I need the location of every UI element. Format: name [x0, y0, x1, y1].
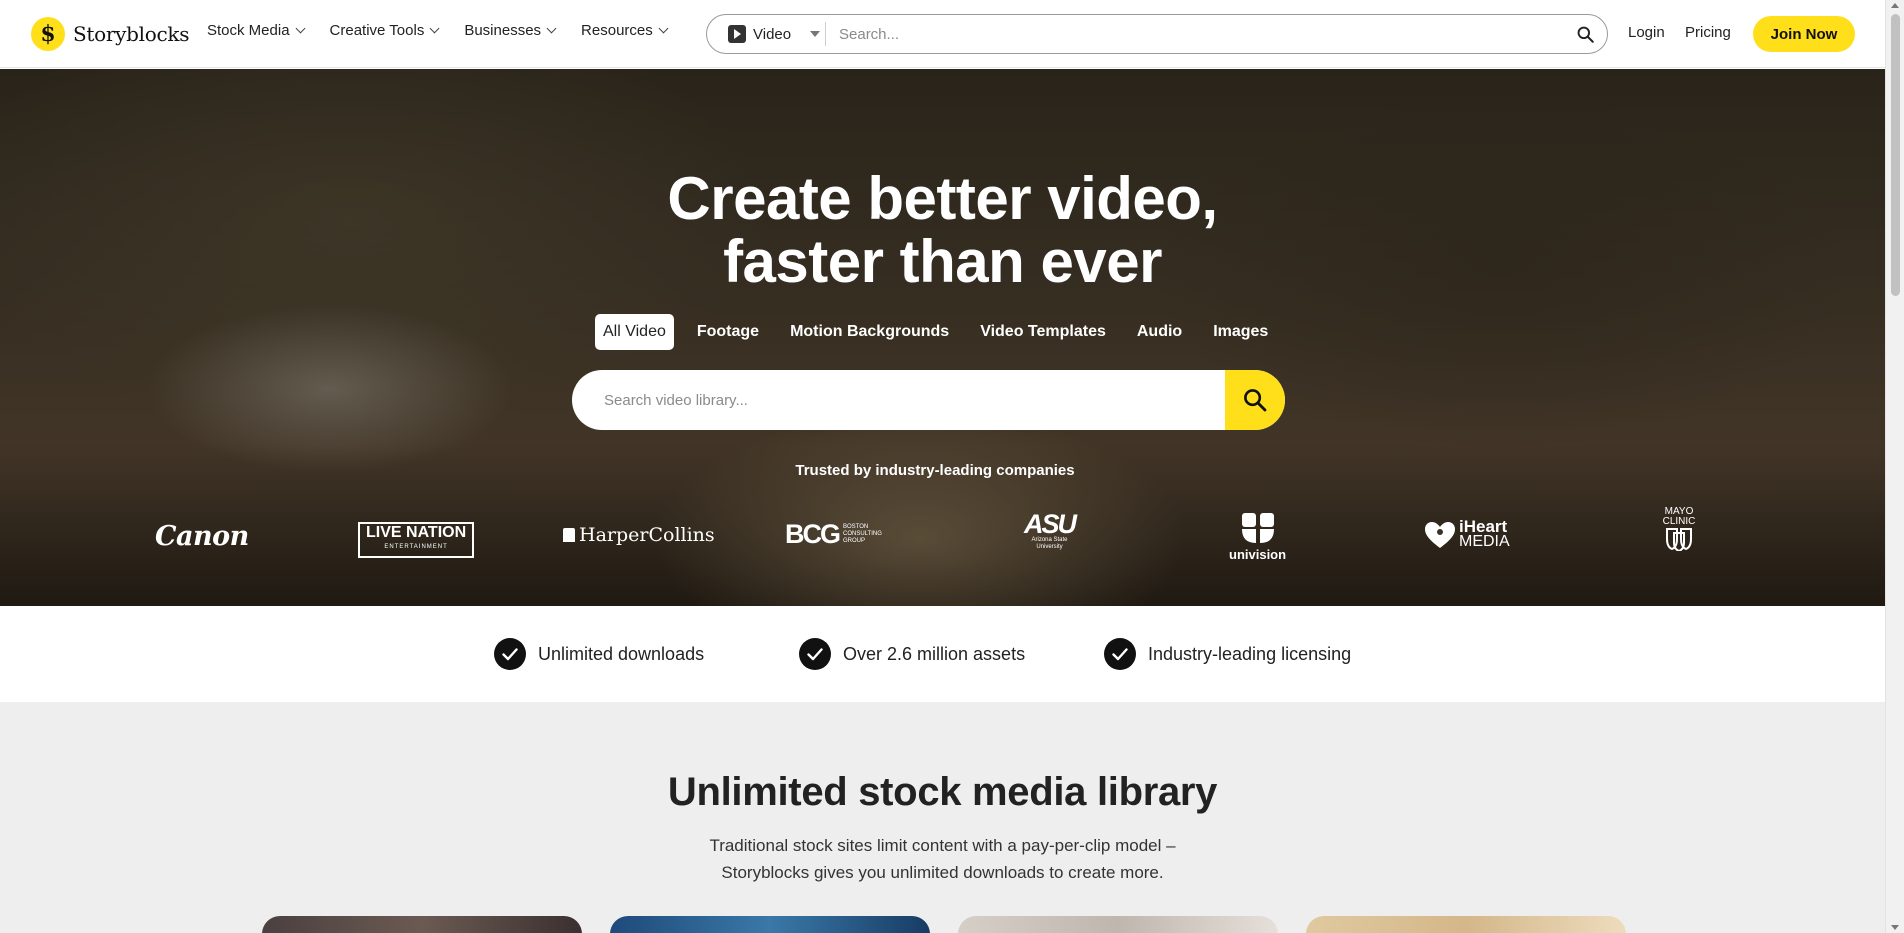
media-type-select[interactable]: Video	[707, 22, 826, 46]
tab-video-templates[interactable]: Video Templates	[972, 314, 1114, 350]
hero-search-input[interactable]	[572, 391, 1225, 409]
logo-text: Storyblocks	[73, 22, 190, 46]
media-type-label: Video	[753, 25, 792, 43]
bcg-logo-subtext: BOSTON CONSULTING GROUP	[843, 524, 882, 544]
canon-logo: Canon	[155, 521, 249, 552]
asu-logo: ASU Arizona State University	[1024, 509, 1077, 551]
tab-all-video[interactable]: All Video	[595, 314, 674, 350]
library-title: Unlimited stock media library	[667, 770, 1218, 814]
chevron-down-icon	[546, 23, 557, 34]
scroll-up-arrow-icon[interactable]	[1891, 3, 1899, 8]
nav-businesses-label: Businesses	[464, 22, 542, 39]
hero-title-line-2: faster than ever	[723, 228, 1162, 295]
iheart-icon	[1425, 521, 1455, 548]
search-icon[interactable]	[1563, 15, 1607, 53]
harpercollins-fire-icon	[563, 528, 575, 542]
library-section: Unlimited stock media library Traditiona…	[0, 702, 1885, 933]
storyblocks-logo[interactable]: $ Storyblocks	[31, 17, 189, 51]
feature-label: Industry-leading licensing	[1148, 643, 1352, 664]
features-strip: Unlimited downloads Over 2.6 million ass…	[0, 606, 1885, 702]
nav-stock-media-label: Stock Media	[207, 22, 290, 39]
media-card-4[interactable]	[1306, 916, 1626, 933]
header-search-bar: Video	[706, 14, 1608, 54]
nav-creative-tools[interactable]: Creative Tools	[329, 22, 440, 39]
harpercollins-logo: HarperCollins	[563, 524, 715, 546]
nav-businesses[interactable]: Businesses	[464, 22, 557, 39]
hero-section: Create better video, faster than ever Al…	[0, 69, 1885, 606]
nav-creative-tools-label: Creative Tools	[329, 22, 425, 39]
univision-mark-icon	[1241, 513, 1274, 543]
check-icon	[494, 638, 526, 670]
check-icon	[1104, 638, 1136, 670]
hero-search-bar	[572, 370, 1285, 430]
canon-logo-text: Canon	[155, 521, 249, 552]
nav-resources-label: Resources	[581, 22, 653, 39]
univision-logo: univision	[1229, 511, 1286, 562]
scroll-down-arrow-icon[interactable]	[1891, 925, 1899, 930]
main-nav: Stock Media Creative Tools Businesses Re…	[207, 22, 669, 39]
media-card-1[interactable]	[262, 916, 582, 933]
tab-footage[interactable]: Footage	[689, 314, 767, 350]
harpercollins-logo-text: HarperCollins	[579, 524, 715, 546]
logo-icon: $	[31, 17, 65, 51]
bcg-logo-text: BCG	[785, 519, 841, 549]
chevron-down-icon	[429, 23, 440, 34]
site-header: $ Storyblocks Stock Media Creative Tools…	[0, 0, 1885, 68]
mayo-clinic-logo-text: MAYO CLINIC	[1662, 506, 1696, 527]
login-link[interactable]: Login	[1628, 24, 1665, 41]
hero-search-button[interactable]	[1225, 370, 1285, 430]
scrollbar-thumb[interactable]	[1891, 14, 1900, 296]
hero-media-tabs: All Video Footage Motion Backgrounds Vid…	[595, 314, 1291, 350]
tab-audio[interactable]: Audio	[1129, 314, 1190, 350]
asu-logo-text: ASU	[1024, 509, 1077, 539]
tab-images[interactable]: Images	[1205, 314, 1276, 350]
library-description-line-2: Storyblocks gives you unlimited download…	[721, 863, 1164, 882]
search-icon	[1244, 389, 1267, 412]
dropdown-caret-icon	[810, 31, 821, 37]
iheart-logo-subtext: MEDIA	[1459, 533, 1510, 550]
live-nation-logo: LIVE NATION ENTERTAINMENT	[358, 522, 475, 558]
hero-title: Create better video, faster than ever	[0, 167, 1885, 293]
mayo-clinic-logo: MAYO CLINIC	[1659, 507, 1699, 551]
chevron-down-icon	[295, 23, 305, 34]
live-nation-logo-subtext: ENTERTAINMENT	[384, 544, 448, 550]
feature-label: Unlimited downloads	[538, 643, 705, 664]
bcg-logo: BCG BOSTON CONSULTING GROUP	[785, 519, 887, 550]
library-description-line-1: Traditional stock sites limit content wi…	[709, 836, 1176, 855]
library-description: Traditional stock sites limit content wi…	[0, 832, 1885, 886]
video-play-icon	[728, 25, 746, 43]
hero-title-line-1: Create better video,	[667, 165, 1218, 232]
chevron-down-icon	[658, 23, 669, 34]
feature-asset-count: Over 2.6 million assets	[799, 638, 1025, 670]
mayo-shield-icon	[1666, 528, 1692, 551]
page-scrollbar[interactable]	[1885, 0, 1904, 933]
iheartmedia-logo: iHeart MEDIA	[1424, 517, 1510, 550]
client-logos: Canon LIVE NATION ENTERTAINMENT HarperCo…	[0, 499, 1885, 569]
iheart-logo-text: iHeart	[1459, 517, 1508, 536]
media-card-3[interactable]	[958, 916, 1278, 933]
live-nation-logo-text: LIVE NATION	[366, 524, 467, 541]
feature-label: Over 2.6 million assets	[843, 643, 1026, 664]
check-icon	[799, 638, 831, 670]
nav-resources[interactable]: Resources	[581, 22, 669, 39]
feature-unlimited-downloads: Unlimited downloads	[494, 638, 704, 670]
nav-stock-media[interactable]: Stock Media	[207, 22, 305, 39]
univision-logo-text: univision	[1229, 547, 1287, 562]
tab-motion-backgrounds[interactable]: Motion Backgrounds	[782, 314, 957, 350]
asu-logo-subtext: Arizona State University	[1031, 537, 1068, 550]
feature-licensing: Industry-leading licensing	[1104, 638, 1351, 670]
pricing-link[interactable]: Pricing	[1685, 24, 1731, 41]
media-card-2[interactable]	[610, 916, 930, 933]
join-now-button[interactable]: Join Now	[1753, 16, 1855, 52]
trusted-by-text: Trusted by industry-leading companies	[795, 462, 1075, 479]
header-search-input[interactable]	[826, 25, 1563, 43]
